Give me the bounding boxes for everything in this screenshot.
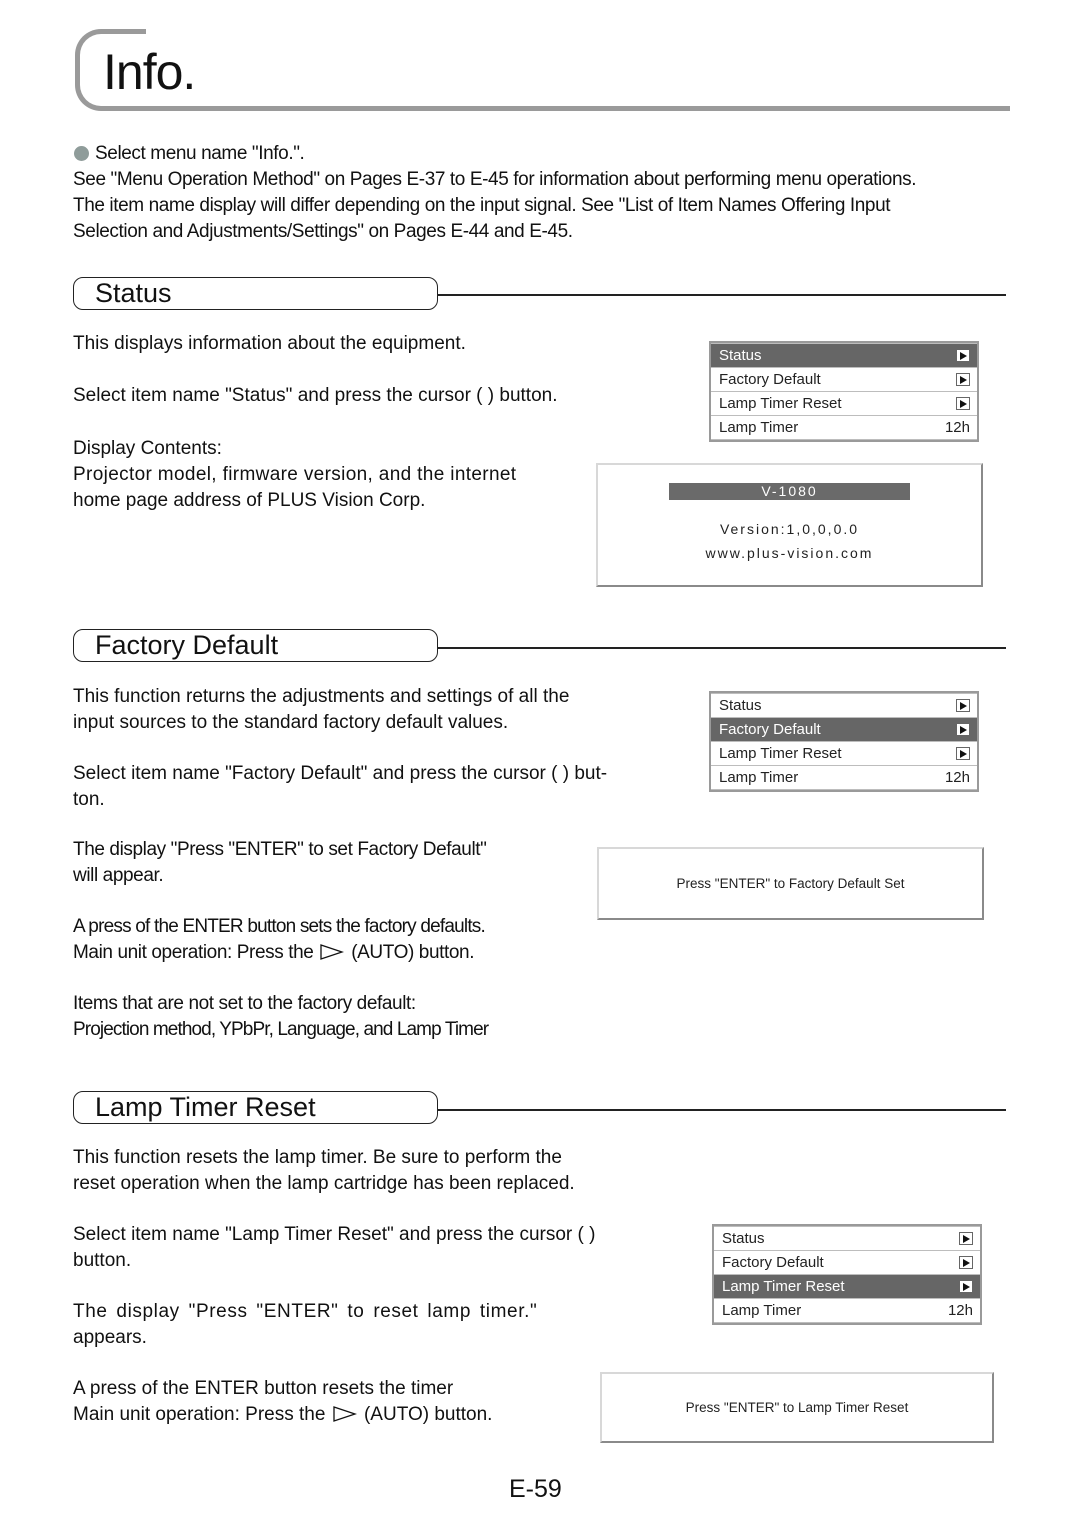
- status-display-contents: home page address of PLUS Vision Corp.: [73, 490, 426, 511]
- lamp-timer-value: 12h: [944, 419, 970, 436]
- page-title: Info.: [103, 44, 196, 100]
- right-arrow-icon: [956, 723, 970, 736]
- menu-item-label: Factory Default: [722, 1254, 824, 1271]
- confirm-message: Press "ENTER" to Factory Default Set: [676, 876, 905, 891]
- menu-item-lamp-timer-reset[interactable]: Lamp Timer Reset: [711, 742, 977, 765]
- menu-item-label: Lamp Timer: [719, 769, 799, 786]
- info-menu-lamp-timer-reset-selected: Status Factory Default Lamp Timer Reset …: [712, 1224, 982, 1325]
- menu-item-label: Lamp Timer Reset: [719, 745, 842, 762]
- menu-item-lamp-timer[interactable]: Lamp Timer 12h: [711, 416, 977, 439]
- menu-item-lamp-timer[interactable]: Lamp Timer 12h: [711, 766, 977, 789]
- menu-item-lamp-timer-reset[interactable]: Lamp Timer Reset: [714, 1275, 980, 1298]
- firmware-version: Version:1,0,0,0.0: [719, 521, 860, 537]
- factory-default-auto-note: Main unit operation: Press the (AUTO) bu…: [73, 940, 474, 966]
- status-info-display: V-1080 Version:1,0,0,0.0 www.plus-vision…: [596, 463, 983, 587]
- factory-default-display-note: The display "Press "ENTER" to set Factor…: [73, 839, 487, 860]
- lamp-reset-instruction: button.: [73, 1250, 132, 1271]
- lamp-reset-instruction: Select item name "Lamp Timer Reset" and …: [73, 1224, 596, 1245]
- intro-line: The item name display will differ depend…: [73, 195, 891, 216]
- menu-item-status[interactable]: Status: [711, 344, 977, 367]
- lamp-reset-confirm-display: Press "ENTER" to Lamp Timer Reset: [600, 1372, 994, 1443]
- factory-default-exclusions-label: Items that are not set to the factory de…: [73, 993, 416, 1014]
- right-arrow-icon: [956, 747, 970, 760]
- right-arrow-icon: [959, 1256, 973, 1269]
- info-menu-status-selected: Status Factory Default Lamp Timer Reset …: [709, 341, 979, 442]
- factory-default-description: input sources to the standard factory de…: [73, 712, 509, 733]
- section-rule: [438, 1109, 1006, 1111]
- menu-item-lamp-timer-reset[interactable]: Lamp Timer Reset: [711, 392, 977, 415]
- page-number: E-59: [509, 1475, 562, 1503]
- right-arrow-icon: [959, 1280, 973, 1293]
- right-arrow-icon: [956, 349, 970, 362]
- lamp-reset-display-note: appears.: [73, 1327, 147, 1348]
- title-bracket: [75, 29, 1010, 111]
- bullet-icon: [74, 146, 89, 161]
- title-bracket-gap: [146, 27, 1016, 37]
- menu-item-factory-default[interactable]: Factory Default: [714, 1251, 980, 1274]
- lamp-reset-description: reset operation when the lamp cartridge …: [73, 1173, 575, 1194]
- factory-default-exclusions: Projection method, YPbPr, Language, and …: [73, 1019, 489, 1040]
- intro-line: See "Menu Operation Method" on Pages E-3…: [73, 169, 917, 190]
- lamp-reset-description: This function resets the lamp timer. Be …: [73, 1147, 562, 1168]
- info-menu-factory-default-selected: Status Factory Default Lamp Timer Reset …: [709, 691, 979, 792]
- section-rule: [438, 294, 1006, 296]
- lamp-reset-enter-note: A press of the ENTER button resets the t…: [73, 1378, 454, 1399]
- model-name: V-1080: [669, 483, 910, 500]
- menu-item-factory-default[interactable]: Factory Default: [711, 718, 977, 741]
- factory-default-display-note: will appear.: [73, 865, 164, 886]
- menu-item-label: Status: [719, 347, 762, 364]
- section-title-lamp-timer-reset: Lamp Timer Reset: [95, 1092, 316, 1122]
- menu-item-label: Status: [719, 697, 762, 714]
- menu-item-label: Factory Default: [719, 371, 821, 388]
- right-arrow-icon: [956, 699, 970, 712]
- lamp-timer-value: 12h: [944, 769, 970, 786]
- intro-line: Selection and Adjustments/Settings" on P…: [73, 221, 573, 242]
- right-arrow-icon: [956, 373, 970, 386]
- auto-note-suffix: (AUTO) button.: [363, 1404, 493, 1425]
- auto-note-suffix: (AUTO) button.: [351, 942, 475, 963]
- auto-button-icon: [320, 944, 345, 960]
- section-title-factory-default: Factory Default: [95, 630, 279, 660]
- right-arrow-icon: [956, 397, 970, 410]
- auto-note-prefix: Main unit operation: Press the: [73, 942, 314, 963]
- menu-item-label: Lamp Timer: [719, 419, 799, 436]
- factory-default-enter-note: A press of the ENTER button sets the fac…: [73, 916, 486, 937]
- status-display-contents: Projector model, firmware version, and t…: [73, 464, 517, 485]
- status-display-contents-label: Display Contents:: [73, 438, 222, 459]
- status-instruction: Select item name "Status" and press the …: [73, 385, 558, 406]
- lamp-timer-value: 12h: [947, 1302, 973, 1319]
- intro-bullet-text: Select menu name "Info.".: [95, 143, 305, 164]
- section-title-status: Status: [95, 278, 172, 308]
- menu-item-status[interactable]: Status: [714, 1227, 980, 1250]
- menu-item-label: Lamp Timer Reset: [722, 1278, 845, 1295]
- menu-item-factory-default[interactable]: Factory Default: [711, 368, 977, 391]
- menu-item-label: Factory Default: [719, 721, 821, 738]
- right-arrow-icon: [959, 1232, 973, 1245]
- menu-item-status[interactable]: Status: [711, 694, 977, 717]
- factory-default-description: This function returns the adjustments an…: [73, 686, 570, 707]
- website-url: www.plus-vision.com: [705, 545, 874, 561]
- auto-button-icon: [333, 1406, 357, 1422]
- confirm-message: Press "ENTER" to Lamp Timer Reset: [685, 1400, 909, 1415]
- lamp-reset-display-note: The display "Press "ENTER" to reset lamp…: [73, 1301, 538, 1322]
- menu-item-label: Status: [722, 1230, 765, 1247]
- auto-note-prefix: Main unit operation: Press the: [73, 1404, 326, 1425]
- status-description: This displays information about the equi…: [73, 333, 466, 354]
- factory-default-confirm-display: Press "ENTER" to Factory Default Set: [597, 847, 984, 920]
- lamp-reset-auto-note: Main unit operation: Press the (AUTO) bu…: [73, 1402, 492, 1428]
- factory-default-instruction: Select item name "Factory Default" and p…: [73, 763, 608, 784]
- menu-item-lamp-timer[interactable]: Lamp Timer 12h: [714, 1299, 980, 1322]
- section-rule: [438, 647, 1006, 649]
- factory-default-instruction: ton.: [73, 789, 105, 810]
- menu-item-label: Lamp Timer: [722, 1302, 802, 1319]
- menu-item-label: Lamp Timer Reset: [719, 395, 842, 412]
